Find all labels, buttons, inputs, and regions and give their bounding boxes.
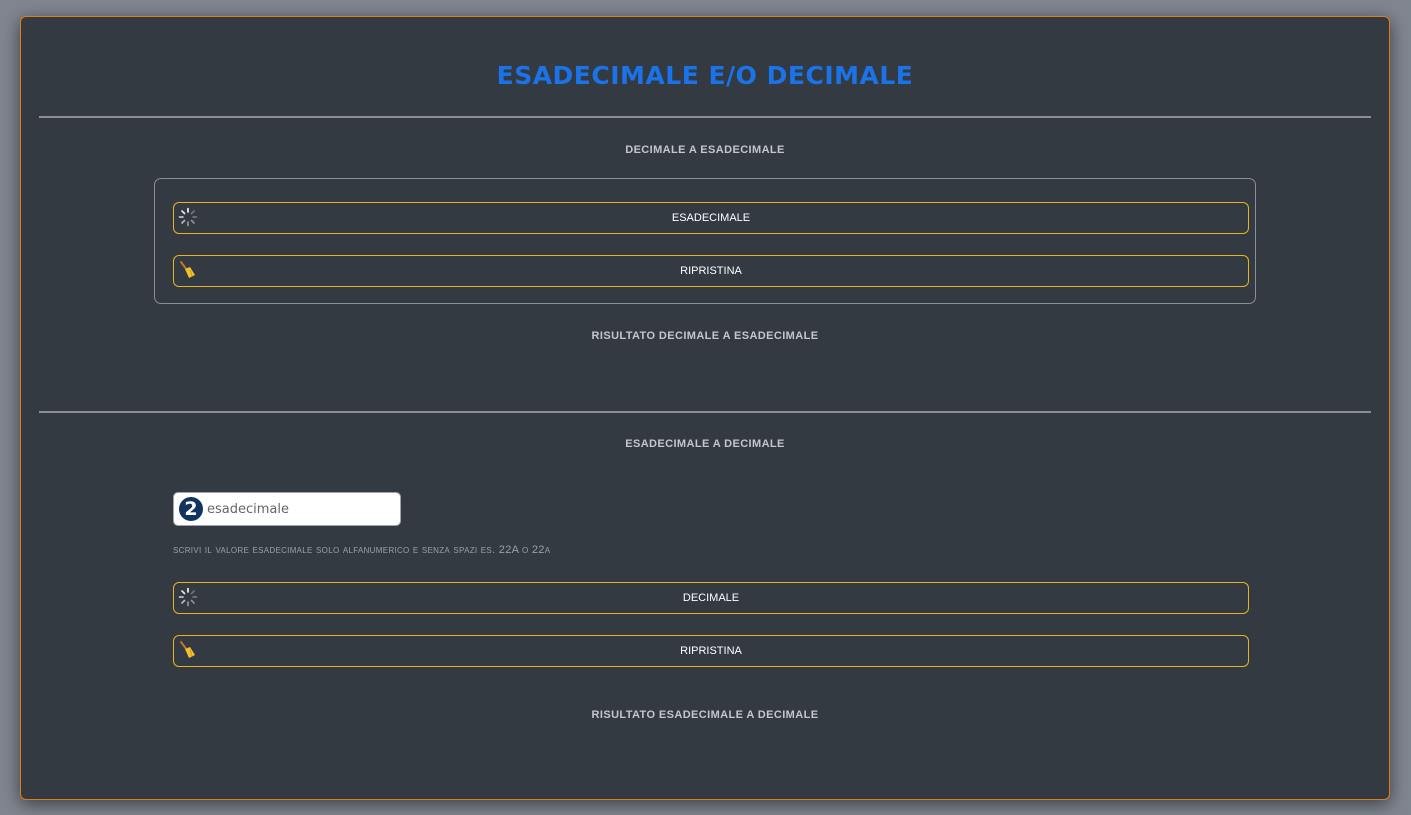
reset-dec-to-hex-button[interactable]: RIPRISTINA [173, 255, 1249, 287]
broom-icon [180, 641, 195, 658]
convert-to-decimal-button[interactable]: DECIMALE [173, 582, 1249, 614]
reset-hex-to-dec-label: RIPRISTINA [680, 645, 742, 657]
spinner-icon [178, 207, 198, 227]
divider [39, 411, 1371, 413]
reset-dec-to-hex-label: RIPRISTINA [680, 265, 742, 277]
spinner-icon [178, 587, 198, 607]
broom-icon [180, 261, 195, 278]
divider [39, 116, 1371, 118]
convert-to-hex-label: ESADECIMALE [671, 212, 751, 224]
page-title: ESADECIMALE E/O DECIMALE [496, 61, 914, 90]
result-hex-to-dec-label: RISULTATO ESADECIMALE A DECIMALE [591, 709, 819, 721]
result-dec-to-hex-label: RISULTATO DECIMALE A ESADECIMALE [591, 330, 819, 342]
hex-input-hint: scrivi il valore esadecimale solo alfanu… [173, 544, 551, 556]
convert-to-decimal-label: DECIMALE [682, 592, 740, 604]
reset-hex-to-dec-button[interactable]: RIPRISTINA [173, 635, 1249, 667]
section-label-hex-to-dec: ESADECIMALE A DECIMALE [625, 438, 785, 450]
convert-to-hex-button[interactable]: ESADECIMALE [173, 202, 1249, 234]
hex-input-group: 2 [173, 492, 401, 526]
number-two-icon: 2 [179, 497, 203, 521]
section-label-dec-to-hex: DECIMALE A ESADECIMALE [625, 144, 785, 156]
converter-card: ESADECIMALE E/O DECIMALE DECIMALE A ESAD… [20, 16, 1390, 800]
hex-input[interactable] [207, 497, 393, 521]
